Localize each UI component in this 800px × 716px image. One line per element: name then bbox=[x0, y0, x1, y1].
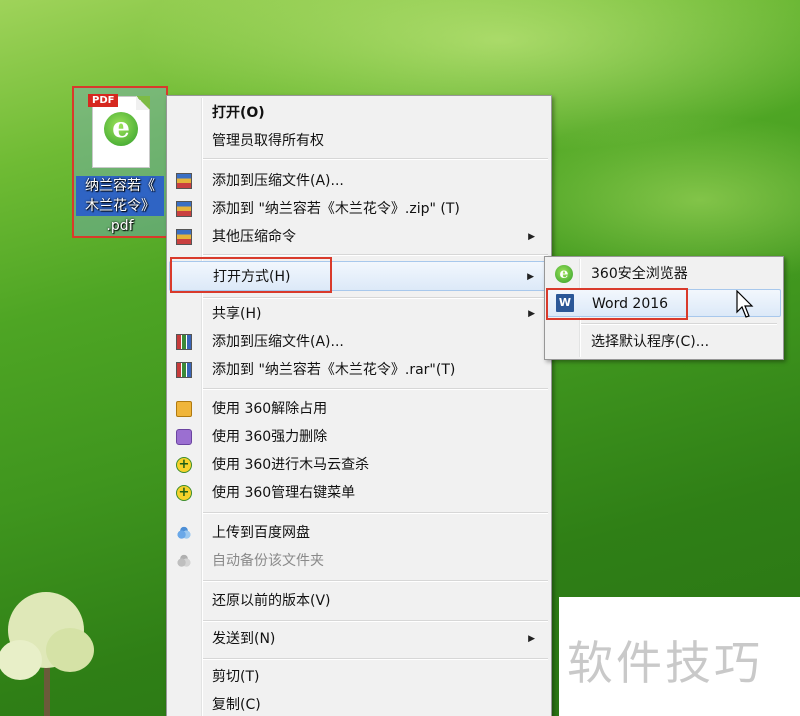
archive-icon bbox=[176, 229, 192, 245]
menu-item-add-to-archive-rar[interactable]: 添加到压缩文件(A)... bbox=[169, 329, 549, 355]
menu-item-label: 添加到 "纳兰容若《木兰花令》.zip" (T) bbox=[212, 201, 460, 217]
desktop-background: PDF e 纳兰容若《 木兰花令》 .pdf 打开(O) 管理员取得所有权 添加… bbox=[0, 0, 800, 716]
menu-separator bbox=[203, 580, 548, 582]
file-name-label: 纳兰容若《 木兰花令》 .pdf bbox=[76, 176, 164, 236]
tree-graphic bbox=[0, 592, 94, 716]
menu-item-baidu-backup: 自动备份该文件夹 bbox=[169, 548, 549, 574]
menu-separator bbox=[203, 158, 548, 160]
file-name-line-2: 木兰花令》 bbox=[76, 196, 164, 216]
submenu-arrow-icon: ▶ bbox=[528, 309, 535, 319]
menu-item-360-unlock[interactable]: 使用 360解除占用 bbox=[169, 396, 549, 422]
submenu-item-label: 选择默认程序(C)... bbox=[591, 334, 710, 350]
submenu-item-360-browser[interactable]: e 360安全浏览器 bbox=[547, 261, 781, 287]
menu-item-label: 打开(O) bbox=[212, 105, 265, 121]
menu-item-label: 添加到 "纳兰容若《木兰花令》.rar"(T) bbox=[212, 362, 456, 378]
menu-item-label: 使用 360进行木马云查杀 bbox=[212, 457, 370, 473]
file-name-line-3: .pdf bbox=[106, 218, 134, 234]
menu-item-add-to-archive[interactable]: 添加到压缩文件(A)... bbox=[169, 168, 549, 194]
360-plus-icon: + bbox=[176, 485, 192, 501]
menu-item-baidu-upload[interactable]: 上传到百度网盘 bbox=[169, 520, 549, 546]
submenu-arrow-icon: ▶ bbox=[527, 272, 534, 282]
menu-item-360-shred[interactable]: 使用 360强力删除 bbox=[169, 424, 549, 450]
winrar-icon bbox=[176, 334, 192, 350]
menu-item-label: 自动备份该文件夹 bbox=[212, 553, 324, 569]
baidu-cloud-icon bbox=[176, 525, 192, 541]
shredder-icon bbox=[176, 429, 192, 445]
winrar-icon bbox=[176, 362, 192, 378]
submenu-item-choose-default[interactable]: 选择默认程序(C)... bbox=[547, 329, 781, 355]
highlight-open-with bbox=[170, 257, 332, 293]
menu-separator bbox=[203, 388, 548, 390]
menu-item-add-to-zip[interactable]: 添加到 "纳兰容若《木兰花令》.zip" (T) bbox=[169, 196, 549, 222]
file-name-line-1: 纳兰容若《 bbox=[76, 176, 164, 196]
menu-item-label: 复制(C) bbox=[212, 697, 261, 713]
360-plus-icon: + bbox=[176, 457, 192, 473]
watermark-panel: 软件技巧 bbox=[559, 597, 800, 716]
menu-separator bbox=[203, 297, 548, 299]
browser-e-icon: e bbox=[104, 112, 138, 146]
highlight-word-2016 bbox=[546, 288, 688, 320]
menu-item-share[interactable]: 共享(H) ▶ bbox=[169, 301, 549, 327]
menu-item-label: 添加到压缩文件(A)... bbox=[212, 173, 344, 189]
menu-item-label: 剪切(T) bbox=[212, 669, 260, 685]
menu-item-label: 上传到百度网盘 bbox=[212, 525, 310, 541]
menu-item-360-scan[interactable]: + 使用 360进行木马云查杀 bbox=[169, 452, 549, 478]
unlock-icon bbox=[176, 401, 192, 417]
menu-item-restore-versions[interactable]: 还原以前的版本(V) bbox=[169, 588, 549, 614]
menu-item-label: 共享(H) bbox=[212, 306, 262, 322]
watermark-text: 软件技巧 bbox=[567, 636, 763, 690]
menu-item-label: 管理员取得所有权 bbox=[212, 133, 324, 149]
submenu-arrow-icon: ▶ bbox=[528, 634, 535, 644]
menu-item-add-to-rar[interactable]: 添加到 "纳兰容若《木兰花令》.rar"(T) bbox=[169, 357, 549, 383]
submenu-arrow-icon: ▶ bbox=[528, 232, 535, 242]
baidu-cloud-icon bbox=[176, 553, 192, 569]
mouse-cursor-icon bbox=[736, 290, 754, 318]
menu-item-cut[interactable]: 剪切(T) bbox=[169, 664, 549, 690]
submenu-item-label: 360安全浏览器 bbox=[591, 266, 688, 282]
archive-icon bbox=[176, 173, 192, 189]
menu-item-label: 还原以前的版本(V) bbox=[212, 593, 331, 609]
menu-item-360-manage[interactable]: + 使用 360管理右键菜单 bbox=[169, 480, 549, 506]
360-browser-icon: e bbox=[555, 265, 573, 283]
archive-icon bbox=[176, 201, 192, 217]
menu-item-label: 其他压缩命令 bbox=[212, 229, 296, 245]
menu-item-send-to[interactable]: 发送到(N) ▶ bbox=[169, 626, 549, 652]
menu-separator bbox=[203, 658, 548, 660]
pdf-badge: PDF bbox=[88, 94, 119, 107]
menu-item-label: 使用 360强力删除 bbox=[212, 429, 328, 445]
pdf-file-icon[interactable]: PDF e 纳兰容若《 木兰花令》 .pdf bbox=[72, 86, 168, 238]
menu-separator bbox=[203, 254, 548, 256]
menu-item-label: 发送到(N) bbox=[212, 631, 276, 647]
menu-item-label: 使用 360解除占用 bbox=[212, 401, 328, 417]
menu-separator bbox=[203, 620, 548, 622]
menu-item-copy[interactable]: 复制(C) bbox=[169, 692, 549, 716]
menu-item-other-compress[interactable]: 其他压缩命令 ▶ bbox=[169, 224, 549, 250]
menu-item-take-ownership[interactable]: 管理员取得所有权 bbox=[169, 128, 549, 154]
menu-separator bbox=[203, 512, 548, 514]
context-menu: 打开(O) 管理员取得所有权 添加到压缩文件(A)... 添加到 "纳兰容若《木… bbox=[166, 95, 552, 716]
menu-item-open[interactable]: 打开(O) bbox=[169, 100, 549, 126]
menu-item-label: 使用 360管理右键菜单 bbox=[212, 485, 356, 501]
menu-separator bbox=[581, 323, 777, 325]
menu-item-label: 添加到压缩文件(A)... bbox=[212, 334, 344, 350]
